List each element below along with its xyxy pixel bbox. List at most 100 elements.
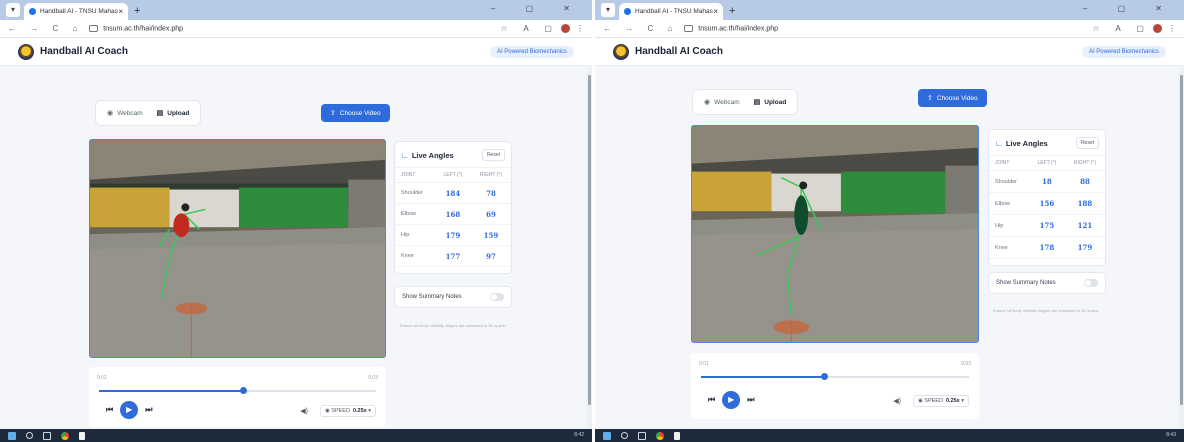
left-angle: 168 — [434, 203, 471, 225]
webcam-label: Webcam — [714, 98, 740, 106]
file-icon[interactable] — [674, 431, 680, 440]
window-controls[interactable]: – ▢ ✕ — [491, 4, 584, 13]
col-left: LEFT (°) — [434, 167, 471, 183]
menu-icon[interactable]: ⋮ — [1168, 24, 1176, 33]
joint-name: Knee — [989, 236, 1029, 259]
visibility-hint: Ensure full body visibility. Angles are … — [400, 323, 507, 328]
angles-table: JOINT LEFT (°) RIGHT (°) Shoulder 184 78… — [395, 167, 511, 267]
task-view-icon[interactable] — [43, 431, 51, 440]
video-player[interactable] — [89, 139, 386, 358]
summary-notes-label: Show Summary Notes — [996, 280, 1056, 286]
new-tab-button[interactable]: + — [134, 5, 140, 17]
speed-select[interactable]: ◉ SPEED 0.25x ▾ — [912, 395, 969, 407]
choose-video-label: Choose Video — [339, 109, 381, 117]
duration: 0:03 — [368, 375, 378, 381]
seek-bar[interactable] — [99, 387, 376, 394]
reset-button[interactable]: Reset — [481, 149, 505, 161]
camera-icon: ◉ — [704, 99, 711, 106]
joint-name: Shoulder — [395, 182, 435, 204]
windows-start-icon[interactable] — [8, 431, 16, 440]
upload-label: Upload — [764, 98, 787, 106]
url-text: tnsum.ac.th/hai/index.php — [698, 25, 779, 33]
profile-avatar[interactable] — [1153, 24, 1162, 33]
search-icon[interactable] — [26, 432, 33, 439]
right-angle: 78 — [470, 182, 511, 204]
source-switch: ◉ Webcam ▤ Upload — [692, 89, 799, 115]
scrollbar-thumb[interactable] — [588, 75, 591, 405]
angle-icon: ∟ — [401, 150, 409, 160]
summary-notes-toggle[interactable] — [490, 293, 504, 301]
skip-back-icon[interactable]: ⏮ — [106, 405, 113, 415]
joint-name: Elbow — [989, 192, 1029, 215]
play-button[interactable]: ▶ — [722, 391, 741, 409]
app-header: Handball AI Coach AI Powered Biomechanic… — [595, 38, 1184, 66]
browser-tab[interactable]: Handball AI - TNSU Mahasara × — [24, 3, 128, 20]
browser-tab[interactable]: Handball AI - TNSU Mahasara × — [619, 3, 723, 20]
seek-handle[interactable] — [240, 387, 248, 394]
tab-search-icon[interactable]: ▾ — [601, 3, 615, 17]
toolbar-icons[interactable]: ☆ A ▢ — [500, 24, 559, 33]
taskbar: 8:43 — [595, 429, 1184, 442]
favicon-icon — [29, 8, 36, 15]
left-angle: 179 — [434, 224, 471, 246]
video-frame — [90, 140, 385, 357]
url-field[interactable]: tnsum.ac.th/hai/index.php — [684, 24, 1092, 33]
url-field[interactable]: tnsum.ac.th/hai/index.php — [89, 24, 500, 32]
reset-button[interactable]: Reset — [1075, 137, 1099, 149]
seek-handle[interactable] — [821, 373, 829, 380]
menu-icon[interactable]: ⋮ — [576, 24, 584, 33]
skip-forward-icon[interactable]: ⏭ — [145, 405, 152, 415]
table-row: Elbow 168 69 — [395, 203, 511, 225]
skip-forward-icon[interactable]: ⏭ — [747, 395, 754, 405]
toolbar-icons[interactable]: ☆ A ▢ — [1092, 24, 1151, 33]
skip-back-icon[interactable]: ⏮ — [708, 395, 715, 405]
site-info-icon[interactable] — [89, 24, 99, 32]
play-button[interactable]: ▶ — [120, 401, 139, 419]
video-player[interactable] — [691, 125, 979, 343]
close-tab-icon[interactable]: × — [713, 7, 718, 16]
webcam-button[interactable]: ◉ Webcam — [697, 94, 747, 110]
volume-icon[interactable]: ◀) — [300, 407, 308, 415]
speed-select[interactable]: ◉ SPEED 0.25x ▾ — [319, 405, 376, 417]
video-frame — [692, 126, 978, 342]
search-icon[interactable] — [621, 432, 628, 439]
live-angles-title: Live Angles — [411, 150, 454, 160]
file-icon[interactable] — [79, 431, 85, 440]
summary-notes-toggle[interactable] — [1084, 279, 1098, 287]
nav-buttons[interactable]: ← → C ⌂ — [603, 24, 678, 33]
upload-button[interactable]: ▤ Upload — [150, 105, 197, 121]
profile-avatar[interactable] — [561, 24, 570, 33]
speed-label: SPEED — [924, 398, 943, 404]
summary-notes-row: Show Summary Notes — [988, 272, 1106, 294]
volume-icon[interactable]: ◀) — [893, 397, 901, 405]
tab-search-icon[interactable]: ▾ — [6, 3, 20, 17]
favicon-icon — [624, 8, 631, 15]
chrome-icon[interactable] — [61, 431, 69, 440]
choose-video-button[interactable]: ⇪ Choose Video — [918, 89, 987, 107]
webcam-button[interactable]: ◉ Webcam — [100, 105, 150, 121]
right-angle: 179 — [1064, 236, 1105, 259]
left-angle: 18 — [1028, 170, 1065, 193]
task-view-icon[interactable] — [638, 431, 646, 440]
close-tab-icon[interactable]: × — [118, 7, 123, 16]
scrollbar-thumb[interactable] — [1180, 75, 1183, 405]
windows-start-icon[interactable] — [603, 431, 611, 440]
upload-button[interactable]: ▤ Upload — [747, 94, 794, 110]
taskbar: 8:42 — [0, 429, 592, 442]
nav-buttons[interactable]: ← → C ⌂ — [8, 24, 83, 33]
main-content: ◉ Webcam ▤ Upload ⇪ Choose Video — [595, 67, 1181, 429]
new-tab-button[interactable]: + — [729, 5, 735, 17]
joint-name: Hip — [989, 214, 1029, 237]
window-controls[interactable]: – ▢ ✕ — [1083, 4, 1176, 13]
right-angle: 69 — [470, 203, 511, 225]
app-header: Handball AI Coach AI Powered Biomechanic… — [0, 38, 592, 66]
site-info-icon[interactable] — [684, 24, 694, 32]
screenshot-right: ▾ Handball AI - TNSU Mahasara × + – ▢ ✕ … — [592, 0, 1184, 442]
address-bar: ← → C ⌂ tnsum.ac.th/hai/index.php ☆ A ▢ … — [0, 20, 592, 38]
choose-video-button[interactable]: ⇪ Choose Video — [321, 104, 390, 122]
table-row: Hip 175 121 — [989, 214, 1105, 237]
page-scrollbar[interactable] — [1179, 67, 1184, 429]
seek-progress — [701, 376, 825, 378]
seek-bar[interactable] — [701, 373, 969, 380]
chrome-icon[interactable] — [656, 431, 664, 440]
